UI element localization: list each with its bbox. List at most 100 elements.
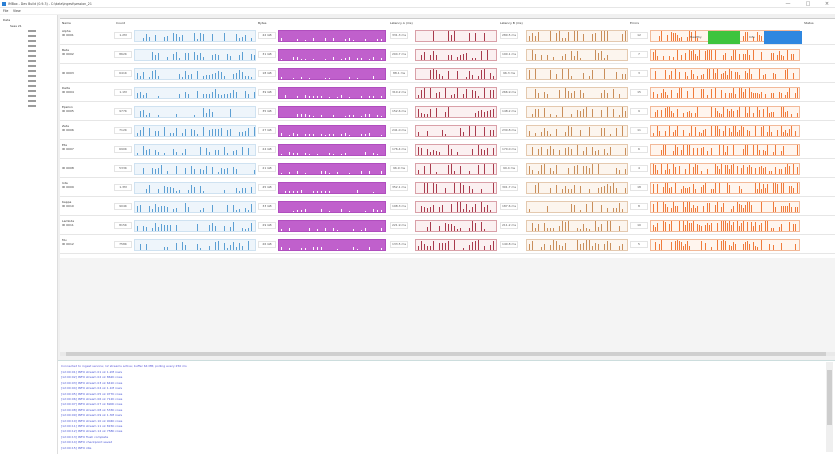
table-row[interactable]: Mu ID 0012 758K 26 GB 133.5 ms 140.8 ms 5 <box>60 236 835 254</box>
sparkline-bar <box>739 75 740 79</box>
column-header-latency-a[interactable]: Latency A (ms) <box>390 21 413 25</box>
tree-node[interactable] <box>28 40 36 42</box>
tree-node[interactable] <box>28 85 36 87</box>
sparkline-bar <box>301 248 302 250</box>
tree-root[interactable]: Data <box>3 18 10 22</box>
tree-node[interactable] <box>28 60 36 62</box>
table-row[interactable]: Kappa ID 0010 904K 33 GB 198.3 ms 187.6 ms 8 <box>60 198 835 216</box>
menu-view[interactable]: View <box>13 9 21 13</box>
sparkline-bar <box>568 189 569 193</box>
tree-node[interactable] <box>28 105 36 107</box>
row-id: ID 0007 <box>62 147 74 151</box>
table-row[interactable]: Delta ID 0004 1.1M 39 GB 310.2 ms 266.9 ms 15 <box>60 84 835 102</box>
sparkline-bar <box>424 244 425 250</box>
sparkline-bar <box>697 165 698 174</box>
sparkline-bar <box>484 127 485 136</box>
sparkline-bar <box>239 70 240 79</box>
tree-node[interactable] <box>28 75 36 77</box>
tree-node[interactable] <box>28 100 36 102</box>
log-scrollbar-thumb[interactable] <box>827 370 832 425</box>
sparkline-bar <box>655 112 656 117</box>
tree-node[interactable] <box>28 80 36 82</box>
sparkline-bar <box>337 172 338 174</box>
column-header-status[interactable]: Status <box>804 21 814 25</box>
sparkline-bar <box>749 202 750 212</box>
sparkline-bar <box>436 55 437 60</box>
sparkline-bar <box>365 211 366 212</box>
horizontal-scrollbar-thumb[interactable] <box>66 352 826 356</box>
tree-node[interactable] <box>28 30 36 32</box>
sparkline-bar <box>719 129 720 136</box>
table-row[interactable]: Iota ID 0009 1.3M 45 GB 352.1 ms 301.7 ms 18 <box>60 179 835 197</box>
sparkline-bar <box>550 188 551 193</box>
sparkline-bar <box>281 77 282 79</box>
column-header-bytes[interactable]: Bytes <box>258 21 266 25</box>
table-row[interactable]: Epsilon ID 0005 977K 35 GB 152.6 ms 148.2 ms 9 <box>60 103 835 121</box>
sparkline <box>134 49 256 61</box>
table-row[interactable]: Beta ID 0002 862K 31 GB 204.7 ms 190.1 ms 7 <box>60 46 835 64</box>
sparkline-bar <box>793 164 794 174</box>
menu-bar: File View <box>0 8 835 14</box>
minimize-button[interactable]: — <box>783 1 793 7</box>
sparkline-bar <box>687 91 688 98</box>
row-errors: 11 <box>630 127 648 134</box>
sparkline-bar <box>349 211 350 212</box>
sparkline <box>415 182 497 194</box>
sparkline-bar <box>321 115 322 117</box>
table-row[interactable]: Zeta ID 0006 712K 27 GB 241.0 ms 230.8 ms 11 <box>60 122 835 140</box>
sparkline-bar <box>679 88 680 98</box>
sparkline-bar <box>381 210 382 212</box>
sparkline <box>650 49 800 61</box>
menu-file[interactable]: File <box>3 9 8 13</box>
sparkline-bar <box>164 127 165 136</box>
sparkline-bar <box>556 115 557 117</box>
tree-node[interactable] <box>28 50 36 52</box>
tree-node[interactable] <box>28 65 36 67</box>
tree-node[interactable] <box>28 35 36 37</box>
sparkline-bar <box>607 184 608 193</box>
log-line: [12:00:04] INFO stream 04 ok 1.1M rows <box>61 386 123 391</box>
sparkline-bar <box>711 189 712 193</box>
maximize-button[interactable]: □ <box>803 1 813 7</box>
sparkline-bar <box>622 126 623 136</box>
tree-child[interactable]: Sess 21 <box>10 24 22 28</box>
sparkline-bar <box>729 245 730 250</box>
sparkline-bar <box>731 209 732 212</box>
sparkline-bar <box>767 221 768 231</box>
sparkline-bar <box>140 92 141 98</box>
tree-node[interactable] <box>28 45 36 47</box>
close-button[interactable]: × <box>822 1 832 7</box>
column-header-errors[interactable]: Errors <box>630 21 639 25</box>
row-name: Lambda ID 0011 <box>62 219 74 227</box>
sparkline-bar <box>797 167 798 174</box>
sparkline-bar <box>595 221 596 231</box>
table-row[interactable]: Eta ID 0007 690K 24 GB 176.4 ms 170.0 ms 6 <box>60 141 835 159</box>
tree-node[interactable] <box>28 95 36 97</box>
column-header-name[interactable]: Name <box>62 21 71 25</box>
column-header-count[interactable]: Count <box>116 21 125 25</box>
tree-node[interactable] <box>28 90 36 92</box>
sparkline-bar <box>333 57 334 60</box>
sparkline-bar <box>745 71 746 79</box>
row-id: ID 0011 <box>62 223 74 227</box>
sparkline-bar <box>297 57 298 60</box>
sparkline-bar <box>233 242 234 250</box>
tree-node[interactable] <box>28 55 36 57</box>
sparkline-bar <box>451 164 452 174</box>
row-id: ID 0010 <box>62 204 74 208</box>
legend-info-swatch <box>764 31 802 44</box>
column-header-latency-b[interactable]: Latency B (ms) <box>500 21 523 25</box>
tree-node[interactable] <box>28 70 36 72</box>
table-row[interactable]: ID 0003 641K 18 GB 88.1 ms 96.3 ms 3 <box>60 65 835 83</box>
sparkline-bar <box>433 51 434 60</box>
sparkline-bar <box>613 89 614 98</box>
sparkline-bar <box>691 208 692 212</box>
row-bytes: 29 GB <box>258 222 276 229</box>
sparkline-bar <box>176 114 177 117</box>
sparkline-bar <box>361 116 362 117</box>
table-row[interactable]: ID 0008 533K 21 GB 96.9 ms 99.4 ms 4 <box>60 160 835 178</box>
sparkline-bar <box>671 208 672 212</box>
table-row[interactable]: Lambda ID 0011 815K 29 GB 221.9 ms 211.2 ms 10 <box>60 217 835 235</box>
sparkline-bar <box>731 246 732 250</box>
sparkline-bar <box>484 150 485 155</box>
